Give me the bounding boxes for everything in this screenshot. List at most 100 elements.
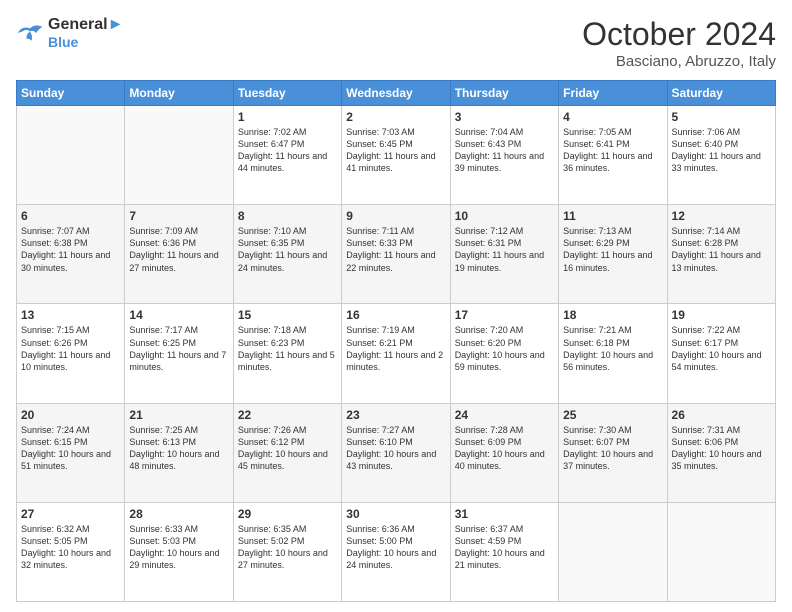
page: General► Blue October 2024 Basciano, Abr… [0, 0, 792, 612]
day-info: Sunrise: 7:11 AM Sunset: 6:33 PM Dayligh… [346, 225, 445, 274]
day-number: 4 [563, 110, 662, 124]
day-number: 24 [455, 408, 554, 422]
calendar-cell: 31 Sunrise: 6:37 AM Sunset: 4:59 PM Dayli… [450, 502, 558, 601]
calendar-cell: 11Sunrise: 7:13 AM Sunset: 6:29 PM Dayli… [559, 205, 667, 304]
day-info: Sunrise: 7:03 AM Sunset: 6:45 PM Dayligh… [346, 126, 445, 175]
day-header-saturday: Saturday [667, 81, 775, 106]
calendar-cell: 6Sunrise: 7:07 AM Sunset: 6:38 PM Daylig… [17, 205, 125, 304]
calendar-cell: 19 Sunrise: 7:22 AM Sunset: 6:17 PM Dayli… [667, 304, 775, 403]
calendar-cell: 2 Sunrise: 7:03 AM Sunset: 6:45 PM Daylig… [342, 106, 450, 205]
calendar-cell [559, 502, 667, 601]
calendar-week-row: 20Sunrise: 7:24 AM Sunset: 6:15 PM Dayli… [17, 403, 776, 502]
day-info: Sunrise: 7:05 AM Sunset: 6:41 PM Dayligh… [563, 126, 662, 175]
day-number: 29 [238, 507, 337, 521]
day-number: 21 [129, 408, 228, 422]
day-number: 10 [455, 209, 554, 223]
day-header-thursday: Thursday [450, 81, 558, 106]
day-info: Sunrise: 7:20 AM Sunset: 6:20 PM Dayligh… [455, 324, 554, 373]
day-header-tuesday: Tuesday [233, 81, 341, 106]
calendar-cell: 30Sunrise: 6:36 AM Sunset: 5:00 PM Dayli… [342, 502, 450, 601]
day-number: 17 [455, 308, 554, 322]
calendar-cell: 9 Sunrise: 7:11 AM Sunset: 6:33 PM Daylig… [342, 205, 450, 304]
day-number: 23 [346, 408, 445, 422]
day-info: Sunrise: 7:04 AM Sunset: 6:43 PM Dayligh… [455, 126, 554, 175]
day-info: Sunrise: 7:19 AM Sunset: 6:21 PM Dayligh… [346, 324, 445, 373]
day-info: Sunrise: 6:35 AM Sunset: 5:02 PM Dayligh… [238, 523, 337, 572]
calendar-week-row: 6Sunrise: 7:07 AM Sunset: 6:38 PM Daylig… [17, 205, 776, 304]
day-number: 9 [346, 209, 445, 223]
day-info: Sunrise: 7:13 AM Sunset: 6:29 PM Dayligh… [563, 225, 662, 274]
day-info: Sunrise: 7:12 AM Sunset: 6:31 PM Dayligh… [455, 225, 554, 274]
calendar-cell: 7Sunrise: 7:09 AM Sunset: 6:36 PM Daylig… [125, 205, 233, 304]
day-info: Sunrise: 7:28 AM Sunset: 6:09 PM Dayligh… [455, 424, 554, 473]
day-number: 28 [129, 507, 228, 521]
day-number: 6 [21, 209, 120, 223]
day-header-sunday: Sunday [17, 81, 125, 106]
calendar-cell [667, 502, 775, 601]
calendar-table: SundayMondayTuesdayWednesdayThursdayFrid… [16, 80, 776, 602]
calendar-cell: 1Sunrise: 7:02 AM Sunset: 6:47 PM Daylig… [233, 106, 341, 205]
calendar-cell [125, 106, 233, 205]
day-info: Sunrise: 7:30 AM Sunset: 6:07 PM Dayligh… [563, 424, 662, 473]
calendar-cell: 24 Sunrise: 7:28 AM Sunset: 6:09 PM Dayli… [450, 403, 558, 502]
day-info: Sunrise: 7:26 AM Sunset: 6:12 PM Dayligh… [238, 424, 337, 473]
day-number: 16 [346, 308, 445, 322]
calendar-cell [17, 106, 125, 205]
calendar-cell: 20Sunrise: 7:24 AM Sunset: 6:15 PM Dayli… [17, 403, 125, 502]
calendar-cell: 13 Sunrise: 7:15 AM Sunset: 6:26 PM Dayli… [17, 304, 125, 403]
calendar-cell: 14Sunrise: 7:17 AM Sunset: 6:25 PM Dayli… [125, 304, 233, 403]
day-number: 12 [672, 209, 771, 223]
header: General► Blue October 2024 Basciano, Abr… [16, 16, 776, 70]
day-info: Sunrise: 7:24 AM Sunset: 6:15 PM Dayligh… [21, 424, 120, 473]
calendar-cell: 21 Sunrise: 7:25 AM Sunset: 6:13 PM Dayli… [125, 403, 233, 502]
day-info: Sunrise: 7:22 AM Sunset: 6:17 PM Dayligh… [672, 324, 771, 373]
day-header-wednesday: Wednesday [342, 81, 450, 106]
day-info: Sunrise: 6:37 AM Sunset: 4:59 PM Dayligh… [455, 523, 554, 572]
calendar-week-row: 13 Sunrise: 7:15 AM Sunset: 6:26 PM Dayli… [17, 304, 776, 403]
day-info: Sunrise: 7:10 AM Sunset: 6:35 PM Dayligh… [238, 225, 337, 274]
calendar-cell: 29 Sunrise: 6:35 AM Sunset: 5:02 PM Dayli… [233, 502, 341, 601]
day-info: Sunrise: 6:33 AM Sunset: 5:03 PM Dayligh… [129, 523, 228, 572]
day-info: Sunrise: 7:15 AM Sunset: 6:26 PM Dayligh… [21, 324, 120, 373]
calendar-cell: 28 Sunrise: 6:33 AM Sunset: 5:03 PM Dayli… [125, 502, 233, 601]
day-info: Sunrise: 6:36 AM Sunset: 5:00 PM Dayligh… [346, 523, 445, 572]
calendar-cell: 3 Sunrise: 7:04 AM Sunset: 6:43 PM Daylig… [450, 106, 558, 205]
month-title: October 2024 [582, 16, 776, 53]
calendar-cell: 15 Sunrise: 7:18 AM Sunset: 6:23 PM Dayli… [233, 304, 341, 403]
day-info: Sunrise: 7:25 AM Sunset: 6:13 PM Dayligh… [129, 424, 228, 473]
day-info: Sunrise: 7:17 AM Sunset: 6:25 PM Dayligh… [129, 324, 228, 373]
day-info: Sunrise: 7:06 AM Sunset: 6:40 PM Dayligh… [672, 126, 771, 175]
calendar-cell: 5Sunrise: 7:06 AM Sunset: 6:40 PM Daylig… [667, 106, 775, 205]
calendar-cell: 12Sunrise: 7:14 AM Sunset: 6:28 PM Dayli… [667, 205, 775, 304]
day-number: 13 [21, 308, 120, 322]
day-header-monday: Monday [125, 81, 233, 106]
day-number: 2 [346, 110, 445, 124]
calendar-cell: 23 Sunrise: 7:27 AM Sunset: 6:10 PM Dayli… [342, 403, 450, 502]
day-info: Sunrise: 7:18 AM Sunset: 6:23 PM Dayligh… [238, 324, 337, 373]
day-info: Sunrise: 7:02 AM Sunset: 6:47 PM Dayligh… [238, 126, 337, 175]
calendar-week-row: 1Sunrise: 7:02 AM Sunset: 6:47 PM Daylig… [17, 106, 776, 205]
calendar-cell: 10 Sunrise: 7:12 AM Sunset: 6:31 PM Dayli… [450, 205, 558, 304]
day-number: 18 [563, 308, 662, 322]
title-block: October 2024 Basciano, Abruzzo, Italy [582, 16, 776, 70]
calendar-cell: 22 Sunrise: 7:26 AM Sunset: 6:12 PM Dayli… [233, 403, 341, 502]
day-number: 25 [563, 408, 662, 422]
day-info: Sunrise: 7:31 AM Sunset: 6:06 PM Dayligh… [672, 424, 771, 473]
day-number: 8 [238, 209, 337, 223]
logo-text: General► Blue [48, 16, 123, 50]
day-number: 22 [238, 408, 337, 422]
calendar-cell: 8 Sunrise: 7:10 AM Sunset: 6:35 PM Daylig… [233, 205, 341, 304]
day-info: Sunrise: 6:32 AM Sunset: 5:05 PM Dayligh… [21, 523, 120, 572]
day-info: Sunrise: 7:27 AM Sunset: 6:10 PM Dayligh… [346, 424, 445, 473]
calendar-cell: 27Sunrise: 6:32 AM Sunset: 5:05 PM Dayli… [17, 502, 125, 601]
day-number: 31 [455, 507, 554, 521]
day-info: Sunrise: 7:21 AM Sunset: 6:18 PM Dayligh… [563, 324, 662, 373]
calendar-cell: 18 Sunrise: 7:21 AM Sunset: 6:18 PM Dayli… [559, 304, 667, 403]
day-number: 19 [672, 308, 771, 322]
calendar-cell: 25 Sunrise: 7:30 AM Sunset: 6:07 PM Dayli… [559, 403, 667, 502]
day-number: 15 [238, 308, 337, 322]
calendar-cell: 4 Sunrise: 7:05 AM Sunset: 6:41 PM Daylig… [559, 106, 667, 205]
logo: General► Blue [16, 16, 123, 50]
day-number: 3 [455, 110, 554, 124]
day-info: Sunrise: 7:09 AM Sunset: 6:36 PM Dayligh… [129, 225, 228, 274]
